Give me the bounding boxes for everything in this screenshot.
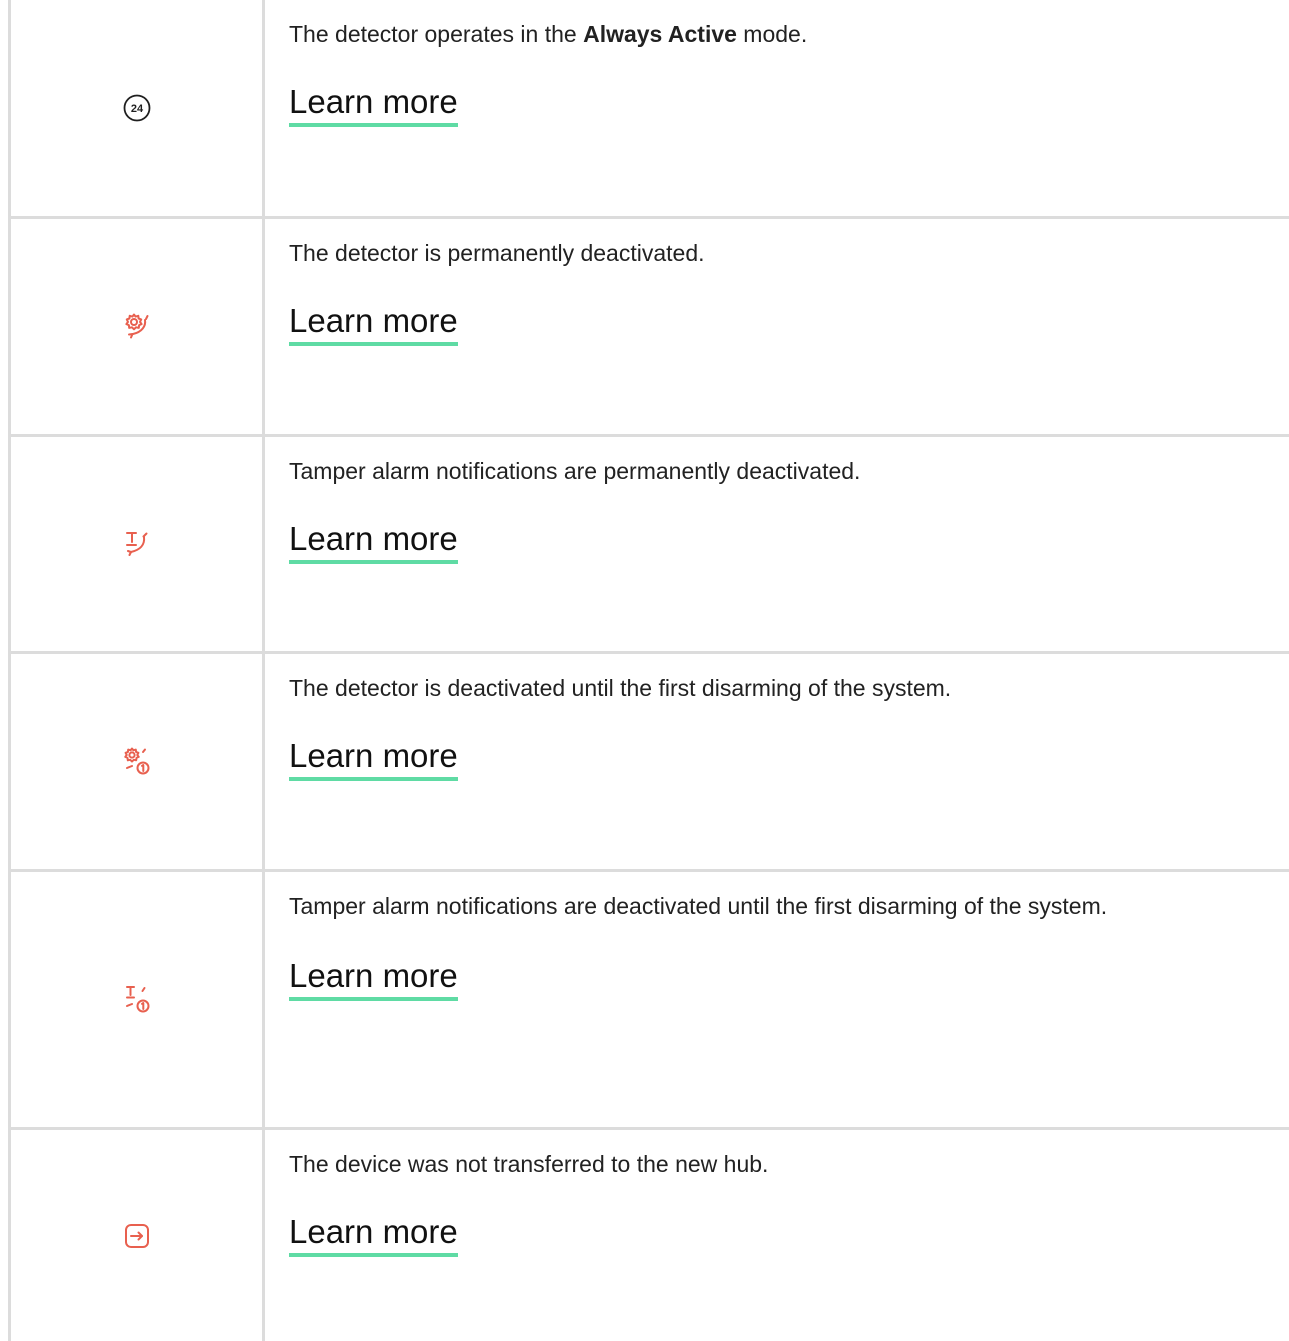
table-row: The device was not transferred to the ne…: [11, 1127, 1289, 1341]
learn-more-link[interactable]: Learn more: [289, 301, 458, 346]
row-description: Tamper alarm notifications are permanent…: [289, 458, 861, 484]
row-description: Tamper alarm notifications are deactivat…: [289, 893, 1108, 919]
table-row: Tamper alarm notifications are permanent…: [11, 434, 1289, 651]
table-row: The detector is deactivated until the fi…: [11, 651, 1289, 869]
mode-name: Always Active: [583, 21, 737, 47]
text-cell: The detector is deactivated until the fi…: [265, 654, 1289, 869]
icon-cell: 24: [11, 0, 265, 216]
learn-more-link[interactable]: Learn more: [289, 519, 458, 564]
gear-deactivated-once-icon: [123, 747, 149, 774]
text-cell: Tamper alarm notifications are deactivat…: [265, 872, 1289, 1127]
row-description: The detector operates in the Always Acti…: [289, 21, 808, 47]
icon-cell: [11, 219, 265, 434]
text-cell: The detector is permanently deactivated.…: [265, 219, 1289, 434]
icon-cell: [11, 654, 265, 869]
row-description: The detector is permanently deactivated.: [289, 240, 705, 266]
transfer-arrow-icon: [124, 1223, 149, 1248]
learn-more-link[interactable]: Learn more: [289, 956, 458, 1001]
icon-cell: [11, 1130, 265, 1341]
learn-more-link[interactable]: Learn more: [289, 1212, 458, 1257]
status-icons-table: 24 The detector operates in the Always A…: [8, 0, 1289, 1341]
table-row: Tamper alarm notifications are deactivat…: [11, 869, 1289, 1127]
learn-more-link[interactable]: Learn more: [289, 736, 458, 781]
row-description: The detector is deactivated until the fi…: [289, 675, 952, 701]
always-active-24-icon: 24: [123, 94, 150, 122]
icon-cell: [11, 437, 265, 651]
table-row: The detector is permanently deactivated.…: [11, 216, 1289, 434]
gear-deactivated-icon: [124, 313, 148, 338]
learn-more-link[interactable]: Learn more: [289, 82, 458, 127]
tamper-deactivated-once-icon: [125, 985, 149, 1012]
icon-cell: [11, 872, 265, 1127]
text-cell: The device was not transferred to the ne…: [265, 1130, 1289, 1341]
table-row: 24 The detector operates in the Always A…: [11, 0, 1289, 216]
always-active-icon-label: 24: [130, 103, 143, 115]
text-cell: The detector operates in the Always Acti…: [265, 0, 1289, 216]
row-description: The device was not transferred to the ne…: [289, 1151, 769, 1177]
tamper-deactivated-icon: [125, 532, 147, 556]
text-cell: Tamper alarm notifications are permanent…: [265, 437, 1289, 651]
